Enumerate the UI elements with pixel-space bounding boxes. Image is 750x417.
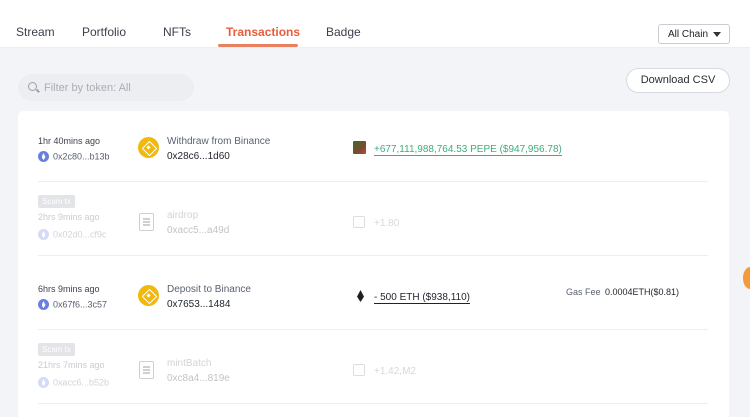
transaction-row[interactable]: 1hr 40mins ago 0x2c80...b13b Withdraw fr…: [18, 126, 729, 199]
tx-label: airdrop: [167, 210, 199, 221]
token-filter-input[interactable]: [44, 74, 189, 101]
tx-time: 2hrs 9mins ago: [38, 212, 100, 222]
tx-time: 21hrs 7mins ago: [38, 360, 105, 370]
transaction-row[interactable]: Scam tx 2hrs 9mins ago 0x02d0...cf9c air…: [18, 195, 729, 273]
transaction-row[interactable]: Scam tx 21hrs 7mins ago 0xacc6...b52b mi…: [18, 343, 729, 417]
ethereum-icon: [38, 229, 49, 241]
gas-fee-value: 0.0004ETH($0.81): [605, 287, 680, 297]
tx-address[interactable]: 0x02d0...cf9c: [38, 229, 107, 241]
transaction-row[interactable]: 6hrs 9mins ago 0x67f6...3c57 Deposit to …: [18, 274, 729, 347]
tx-amount: +1.80: [374, 218, 400, 229]
divider: [38, 181, 708, 182]
tx-hash[interactable]: 0x7653...1484: [167, 299, 230, 310]
chevron-down-icon: [713, 32, 721, 37]
tx-hash[interactable]: 0xacc5...a49d: [167, 225, 229, 236]
tx-address[interactable]: 0xacc6...b52b: [38, 377, 109, 389]
contract-icon: [139, 361, 154, 379]
token-filter[interactable]: [18, 74, 194, 101]
ethereum-icon: [38, 151, 49, 163]
tx-label: mintBatch: [167, 358, 212, 369]
tx-label: Withdraw from Binance: [167, 136, 271, 147]
top-nav: Stream Portfolio NFTs Transactions Badge…: [0, 0, 750, 48]
tx-time: 6hrs 9mins ago: [38, 284, 100, 294]
tx-time: 1hr 40mins ago: [38, 136, 101, 146]
tab-portfolio[interactable]: Portfolio: [82, 25, 126, 39]
divider: [38, 403, 708, 404]
ethereum-icon: [38, 299, 49, 311]
scam-badge: Scam tx: [38, 343, 75, 356]
ethereum-icon: [38, 377, 49, 389]
chain-select[interactable]: All Chain: [658, 24, 730, 44]
tx-amount: +1.42,M2: [374, 366, 416, 377]
tx-hash[interactable]: 0x28c6...1d60: [167, 151, 230, 162]
floating-action-button[interactable]: [743, 267, 750, 289]
tx-amount[interactable]: +677,111,988,764.53 PEPE ($947,956.78): [374, 144, 562, 156]
pepe-token-icon: [353, 141, 366, 154]
tab-nfts[interactable]: NFTs: [163, 25, 191, 39]
tab-stream[interactable]: Stream: [16, 25, 55, 39]
tx-amount[interactable]: - 500 ETH ($938,110): [374, 292, 470, 304]
transactions-list: 1hr 40mins ago 0x2c80...b13b Withdraw fr…: [18, 111, 729, 417]
binance-icon: [138, 137, 159, 158]
tx-label: Deposit to Binance: [167, 284, 251, 295]
tx-address[interactable]: 0x67f6...3c57: [38, 299, 107, 311]
search-icon: [28, 82, 37, 91]
divider: [38, 329, 708, 330]
token-icon: [353, 216, 365, 228]
tx-address[interactable]: 0x2c80...b13b: [38, 151, 110, 163]
tx-hash[interactable]: 0xc8a4...819e: [167, 373, 230, 384]
active-tab-indicator: [218, 44, 298, 47]
divider: [38, 255, 708, 256]
token-icon: [353, 364, 365, 376]
contract-icon: [139, 213, 154, 231]
tab-badge[interactable]: Badge: [326, 25, 361, 39]
scam-badge: Scam tx: [38, 195, 75, 208]
chain-select-value: All Chain: [668, 29, 709, 40]
download-csv-button[interactable]: Download CSV: [626, 68, 730, 93]
gas-fee-label: Gas Fee: [566, 287, 601, 297]
ethereum-icon: [357, 290, 364, 302]
binance-icon: [138, 285, 159, 306]
tab-transactions[interactable]: Transactions: [226, 25, 300, 39]
